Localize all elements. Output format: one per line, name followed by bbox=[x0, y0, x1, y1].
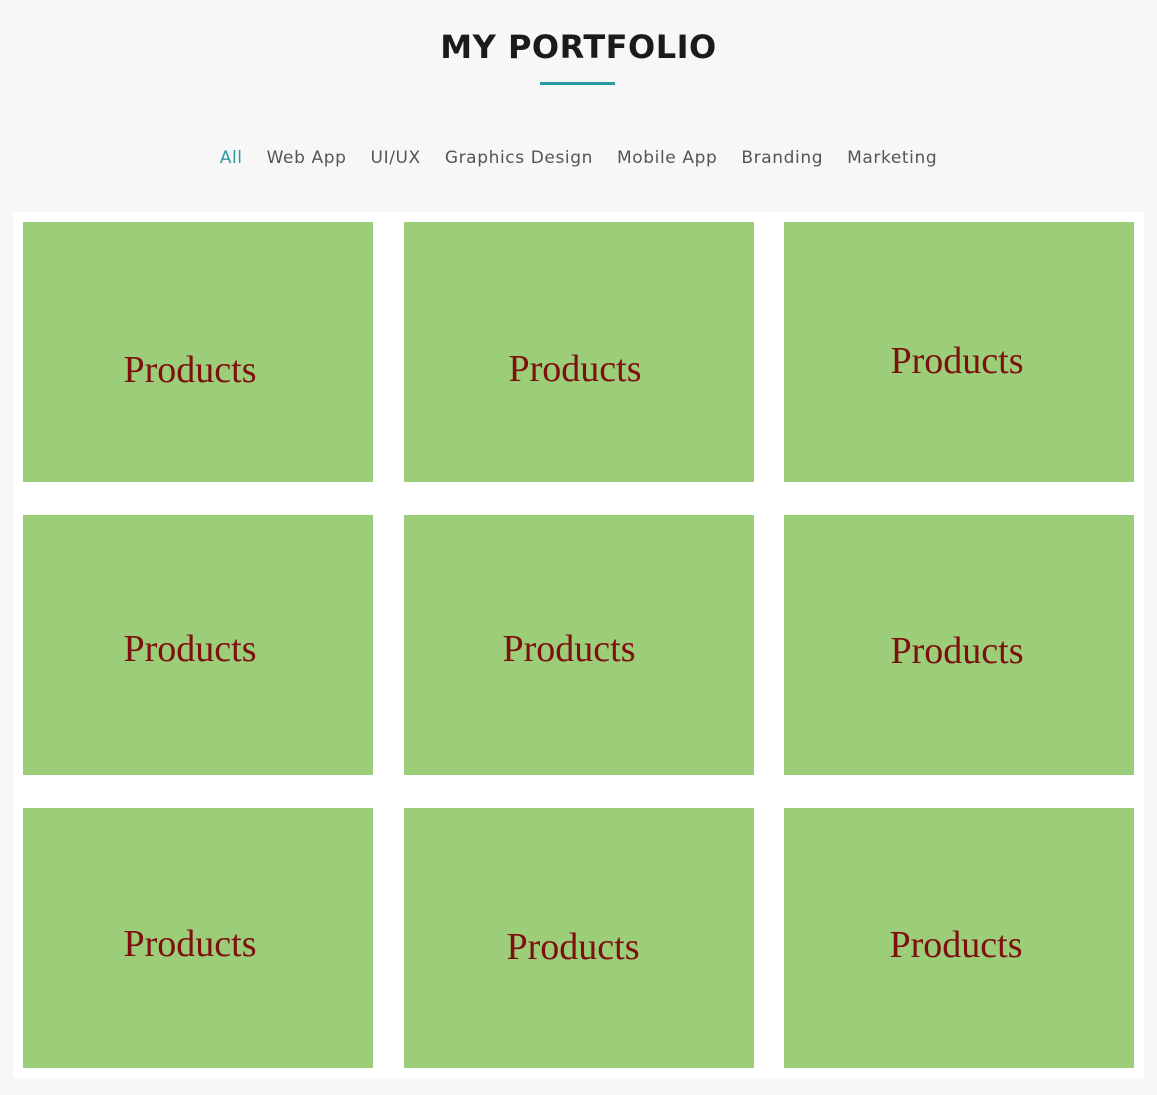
portfolio-item[interactable]: Products bbox=[784, 808, 1134, 1068]
page-title: MY PORTFOLIO bbox=[440, 28, 717, 66]
filter-all[interactable]: All bbox=[220, 146, 243, 170]
portfolio-filter-nav: All Web App UI/UX Graphics Design Mobile… bbox=[0, 146, 1157, 170]
filter-marketing[interactable]: Marketing bbox=[847, 146, 937, 170]
filter-mobile-app[interactable]: Mobile App bbox=[617, 146, 717, 170]
portfolio-item-label: Products bbox=[890, 340, 1024, 382]
filter-web-app[interactable]: Web App bbox=[267, 146, 347, 170]
title-underline bbox=[540, 82, 615, 85]
portfolio-item-label: Products bbox=[123, 628, 257, 670]
filter-graphics-design[interactable]: Graphics Design bbox=[445, 146, 593, 170]
portfolio-item-label: Products bbox=[889, 924, 1023, 966]
portfolio-item[interactable]: Products bbox=[404, 808, 754, 1068]
portfolio-item-label: Products bbox=[123, 349, 257, 391]
filter-branding[interactable]: Branding bbox=[741, 146, 823, 170]
portfolio-item-label: Products bbox=[890, 630, 1024, 672]
portfolio-item[interactable]: Products bbox=[784, 515, 1134, 775]
portfolio-item-label: Products bbox=[123, 923, 257, 965]
portfolio-item-label: Products bbox=[506, 926, 640, 968]
portfolio-item-label: Products bbox=[508, 348, 642, 390]
portfolio-item[interactable]: Products bbox=[23, 808, 373, 1068]
filter-ui-ux[interactable]: UI/UX bbox=[371, 146, 421, 170]
portfolio-item[interactable]: Products bbox=[23, 222, 373, 482]
portfolio-item-label: Products bbox=[502, 628, 636, 670]
portfolio-item[interactable]: Products bbox=[404, 222, 754, 482]
portfolio-item[interactable]: Products bbox=[784, 222, 1134, 482]
portfolio-item[interactable]: Products bbox=[23, 515, 373, 775]
portfolio-item[interactable]: Products bbox=[404, 515, 754, 775]
portfolio-grid: Products Products Products Products Prod… bbox=[13, 212, 1144, 1078]
